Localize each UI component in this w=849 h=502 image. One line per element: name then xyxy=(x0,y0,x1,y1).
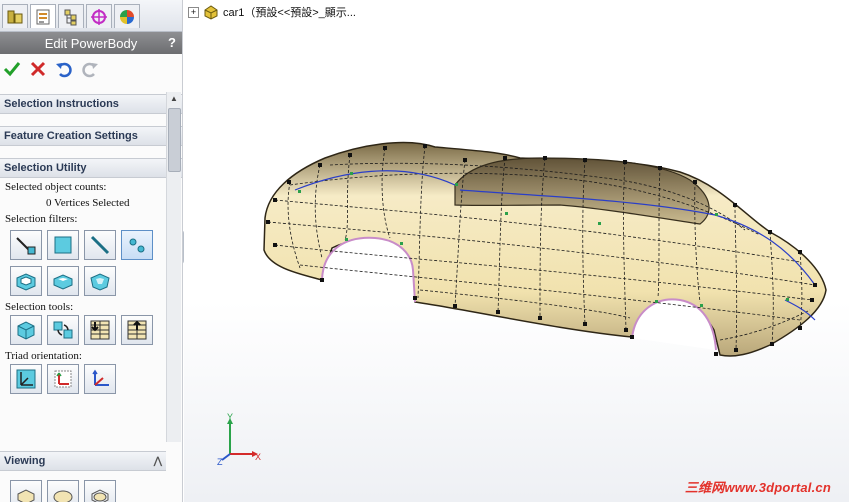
face-filter-icon xyxy=(54,236,72,254)
panel-scrollbar[interactable]: ▲ xyxy=(166,92,181,442)
view-both-button[interactable] xyxy=(84,480,116,502)
redo-button[interactable] xyxy=(80,59,100,79)
undo-icon xyxy=(56,62,72,78)
view-smooth-button[interactable] xyxy=(47,480,79,502)
cancel-icon xyxy=(30,61,46,77)
group-title: Selection Instructions xyxy=(4,98,119,110)
z-axis-icon xyxy=(221,453,231,461)
smooth-view-icon xyxy=(53,490,73,502)
property-manager-title-bar: Edit PowerBody ? xyxy=(0,32,182,54)
group-selection-utility[interactable]: Selection Utility ⋀ xyxy=(0,158,182,178)
group-title: Feature Creation Settings xyxy=(4,130,138,142)
selection-utility-body: Selected object counts: 0 Vertices Selec… xyxy=(0,181,164,394)
filter-vertices-button[interactable] xyxy=(121,230,153,260)
counts-value: 0 Vertices Selected xyxy=(46,197,130,209)
filter-edges-button[interactable] xyxy=(10,230,42,260)
box-view-icon xyxy=(17,489,35,502)
tab-display-manager[interactable] xyxy=(114,4,140,28)
part-icon xyxy=(204,5,218,20)
line-filter-icon xyxy=(90,235,110,255)
scroll-up-arrow-icon[interactable]: ▲ xyxy=(167,92,181,106)
triad-align-global-button[interactable] xyxy=(84,364,116,394)
vertex-filter-icon xyxy=(129,238,145,253)
body-shell-icon xyxy=(90,273,110,291)
viewing-group: Viewing ⋀ xyxy=(0,451,166,502)
loop-select-icon xyxy=(53,321,73,339)
filter-faces-button[interactable] xyxy=(47,230,79,260)
select-grid-up-button[interactable] xyxy=(121,315,153,345)
group-title: Viewing xyxy=(4,455,46,467)
cancel-button[interactable] xyxy=(28,59,48,79)
dimxpert-icon xyxy=(91,8,107,25)
grid-down-icon xyxy=(90,320,110,340)
page-title: Edit PowerBody xyxy=(44,35,138,51)
triad-local-icon xyxy=(54,370,72,388)
watermark: 三维网www.3dportal.cn xyxy=(684,480,831,495)
triad-row xyxy=(0,364,164,394)
tree-root-item[interactable]: car1（預設<<預設>_顯示... xyxy=(223,4,356,20)
group-selection-instructions[interactable]: Selection Instructions ⋁ xyxy=(0,94,182,114)
tab-feature-manager[interactable] xyxy=(2,4,28,28)
filter-lines-button[interactable] xyxy=(84,230,116,260)
select-loop-button[interactable] xyxy=(47,315,79,345)
display-manager-icon xyxy=(120,9,134,24)
select-cube-button[interactable] xyxy=(10,315,42,345)
front-wheel-arch xyxy=(321,236,416,303)
help-button[interactable]: ? xyxy=(168,35,176,50)
tab-dimxpert-manager[interactable] xyxy=(86,4,112,28)
tools-label: Selection tools: xyxy=(5,301,74,313)
ok-icon xyxy=(3,62,21,77)
cube-icon xyxy=(17,321,35,340)
group-viewing[interactable]: Viewing ⋀ xyxy=(0,451,166,471)
filter-body-solid-button[interactable] xyxy=(47,266,79,296)
edge-filter-icon xyxy=(16,237,36,255)
chevron-up-icon[interactable]: ⋀ xyxy=(154,456,162,467)
feature-tree-flyout: + car1（預設<<預設>_顯示... xyxy=(188,4,356,20)
tab-configuration-manager[interactable] xyxy=(58,4,84,28)
triad-align-view-button[interactable] xyxy=(10,364,42,394)
property-manager-icon xyxy=(36,9,50,24)
both-view-icon xyxy=(91,489,109,502)
triad-align-local-button[interactable] xyxy=(47,364,79,394)
filter-body-open-button[interactable] xyxy=(10,266,42,296)
redo-icon xyxy=(82,62,98,78)
filter-row-1 xyxy=(0,230,164,260)
triad-view-icon xyxy=(16,369,36,389)
graphics-viewport[interactable]: Y X Z xyxy=(184,0,849,502)
filter-row-2 xyxy=(0,266,164,296)
view-box-button[interactable] xyxy=(10,480,42,502)
triad-global-icon xyxy=(92,369,109,386)
filters-label: Selection filters: xyxy=(5,213,78,225)
counts-label: Selected object counts: xyxy=(5,181,107,193)
property-manager-panel: Edit PowerBody ? Selection Instructions … xyxy=(0,0,183,502)
axis-z-label: Z xyxy=(217,457,223,467)
car-body-model[interactable] xyxy=(184,0,849,502)
body-solid-icon xyxy=(53,274,73,290)
configuration-manager-icon xyxy=(64,9,77,25)
tree-expand-button[interactable]: + xyxy=(188,6,199,18)
tools-row xyxy=(0,315,164,345)
action-bar xyxy=(0,54,182,84)
triad-label: Triad orientation: xyxy=(5,350,82,362)
axis-x-label: X xyxy=(255,452,262,462)
manager-tabs xyxy=(0,0,182,32)
viewing-row xyxy=(0,480,166,502)
axis-y-label: Y xyxy=(227,412,234,422)
group-feature-creation-settings[interactable]: Feature Creation Settings ⋁ xyxy=(0,126,182,146)
grid-up-icon xyxy=(127,320,147,340)
group-title: Selection Utility xyxy=(4,162,87,174)
select-grid-down-button[interactable] xyxy=(84,315,116,345)
undo-button[interactable] xyxy=(54,59,74,79)
tab-property-manager[interactable] xyxy=(30,4,56,28)
ok-button[interactable] xyxy=(2,59,22,79)
filter-body-shell-button[interactable] xyxy=(84,266,116,296)
feature-manager-icon xyxy=(7,10,23,23)
body-open-icon xyxy=(16,273,36,291)
scroll-thumb[interactable] xyxy=(168,108,181,172)
